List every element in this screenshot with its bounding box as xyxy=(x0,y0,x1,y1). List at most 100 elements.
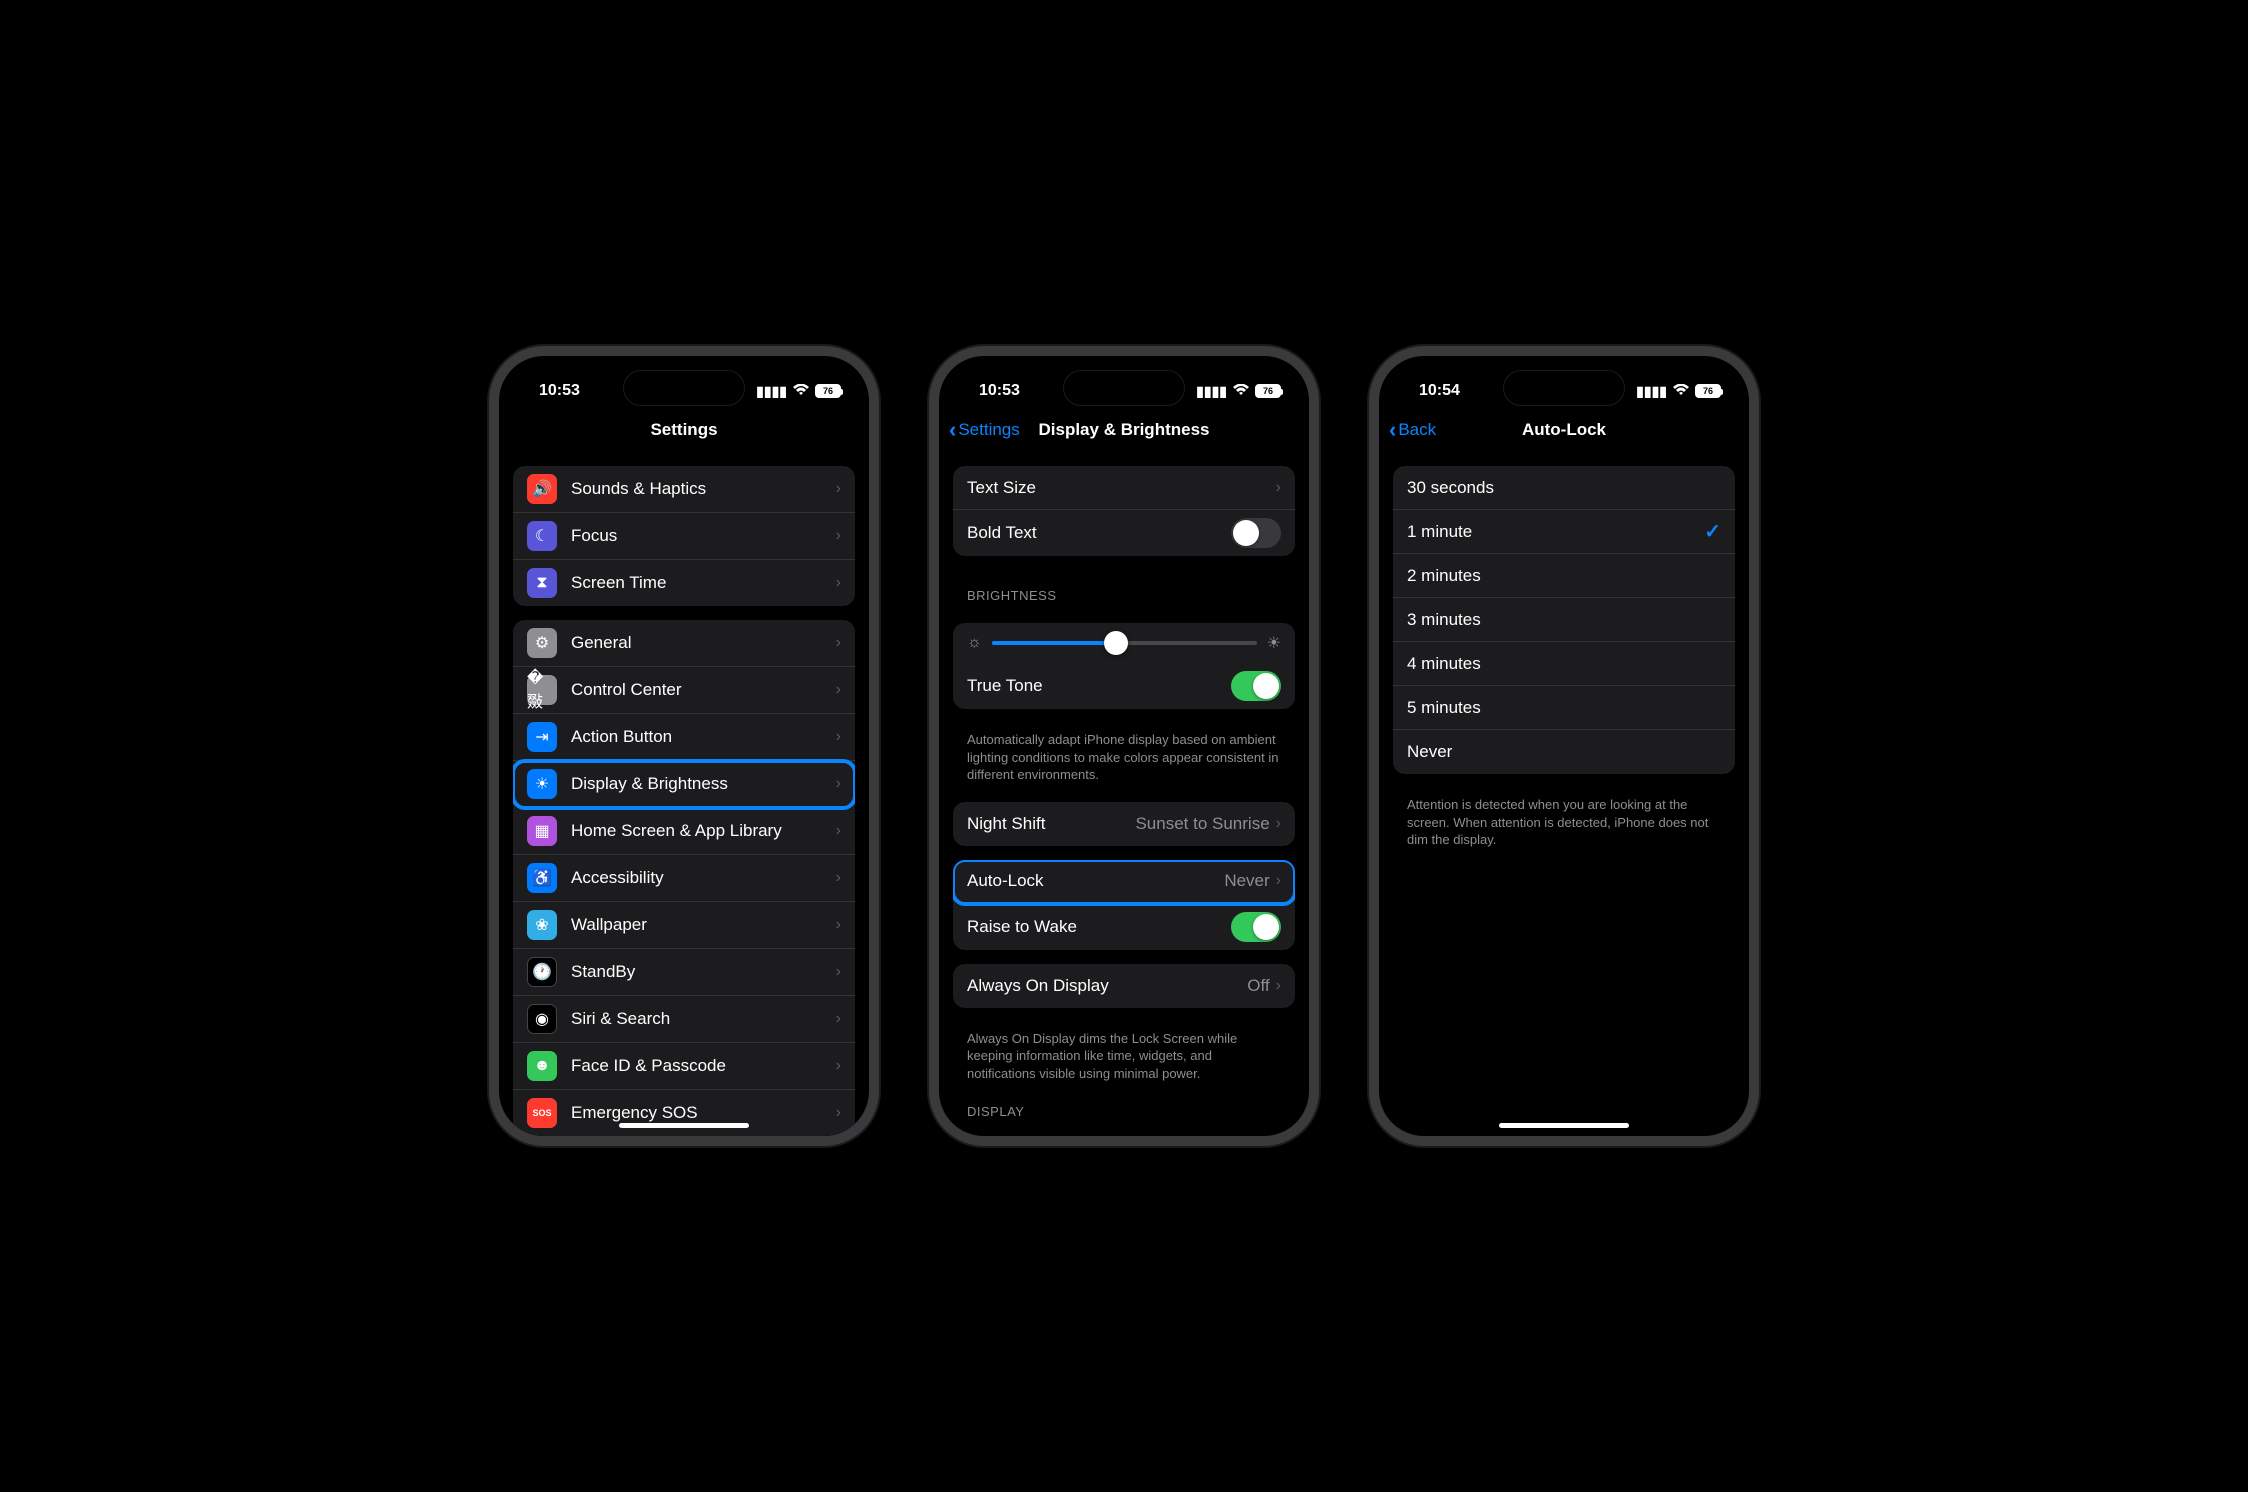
status-icons: ▮▮▮▮ 76 xyxy=(1636,383,1721,400)
autolock-list[interactable]: 30 seconds 1 minute✓ 2 minutes 3 minutes 4 m… xyxy=(1379,452,1749,1136)
text-size-label: Text Size xyxy=(967,478,1276,498)
option-label: 30 seconds xyxy=(1407,478,1721,498)
always-on-row[interactable]: Always On Display Off › xyxy=(953,964,1295,1008)
chevron-left-icon: ‹ xyxy=(1389,419,1396,441)
row-label: Screen Time xyxy=(571,573,836,593)
settings-row-display-brightness[interactable]: ☀Display & Brightness› xyxy=(513,761,855,808)
siri-icon: ◉ xyxy=(527,1004,557,1034)
option-label: 4 minutes xyxy=(1407,654,1721,674)
night-shift-group: Night Shift Sunset to Sunrise › xyxy=(953,802,1295,846)
back-label: Back xyxy=(1398,420,1436,440)
row-label: Action Button xyxy=(571,727,836,747)
speaker-icon: 🔊 xyxy=(527,474,557,504)
accessibility-icon: ♿ xyxy=(527,863,557,893)
raise-to-wake-label: Raise to Wake xyxy=(967,917,1231,937)
chevron-right-icon: › xyxy=(836,963,841,981)
gear-icon: ⚙ xyxy=(527,628,557,658)
navbar: ‹ Settings Display & Brightness xyxy=(939,408,1309,452)
settings-row-siri-search[interactable]: ◉Siri & Search› xyxy=(513,996,855,1043)
row-label: General xyxy=(571,633,836,653)
display-header: DISPLAY xyxy=(947,1086,1301,1125)
brightness-slider-row[interactable]: ☼ ☀ xyxy=(953,623,1295,663)
clock: 10:53 xyxy=(539,382,580,400)
page-title: Settings xyxy=(650,420,717,440)
true-tone-toggle[interactable] xyxy=(1231,671,1281,701)
navbar: ‹ Back Auto-Lock xyxy=(1379,408,1749,452)
slider-thumb[interactable] xyxy=(1104,631,1128,655)
bold-text-toggle[interactable] xyxy=(1231,518,1281,548)
settings-row-sounds-haptics[interactable]: 🔊Sounds & Haptics› xyxy=(513,466,855,513)
auto-lock-row[interactable]: Auto-Lock Never › xyxy=(953,860,1295,904)
lock-group: Auto-Lock Never › Raise to Wake xyxy=(953,860,1295,950)
sos-icon: SOS xyxy=(527,1098,557,1128)
autolock-option-30-seconds[interactable]: 30 seconds xyxy=(1393,466,1735,510)
settings-row-action-button[interactable]: ⇥Action Button› xyxy=(513,714,855,761)
row-label: StandBy xyxy=(571,962,836,982)
always-on-value: Off xyxy=(1247,976,1269,996)
settings-row-standby[interactable]: 🕐StandBy› xyxy=(513,949,855,996)
home-indicator[interactable] xyxy=(1499,1123,1629,1128)
status-icons: ▮▮▮▮ 76 xyxy=(756,383,841,400)
autolock-option-3-minutes[interactable]: 3 minutes xyxy=(1393,598,1735,642)
settings-row-focus[interactable]: ☾Focus› xyxy=(513,513,855,560)
row-label: Siri & Search xyxy=(571,1009,836,1029)
settings-group-1: 🔊Sounds & Haptics›☾Focus› ⧗ Screen Time › xyxy=(513,466,855,606)
chevron-right-icon: › xyxy=(1276,872,1281,890)
grid-icon: ▦ xyxy=(527,816,557,846)
clock: 10:54 xyxy=(1419,382,1460,400)
bold-text-row[interactable]: Bold Text xyxy=(953,510,1295,556)
action-icon: ⇥ xyxy=(527,722,557,752)
status-icons: ▮▮▮▮ 76 xyxy=(1196,383,1281,400)
checkmark-icon: ✓ xyxy=(1704,519,1721,544)
always-on-group: Always On Display Off › xyxy=(953,964,1295,1008)
hourglass-icon: ⧗ xyxy=(527,568,557,598)
home-indicator[interactable] xyxy=(619,1123,749,1128)
brightness-group: ☼ ☀ True Tone xyxy=(953,623,1295,709)
autolock-option-4-minutes[interactable]: 4 minutes xyxy=(1393,642,1735,686)
true-tone-label: True Tone xyxy=(967,676,1231,696)
autolock-option-never[interactable]: Never xyxy=(1393,730,1735,774)
true-tone-row[interactable]: True Tone xyxy=(953,663,1295,709)
phone-display-brightness: 10:53 ▮▮▮▮ 76 ‹ Settings Display & Brigh… xyxy=(929,346,1319,1146)
chevron-left-icon: ‹ xyxy=(949,419,956,441)
settings-row-home-screen-app-library[interactable]: ▦Home Screen & App Library› xyxy=(513,808,855,855)
raise-to-wake-row[interactable]: Raise to Wake xyxy=(953,904,1295,950)
text-size-row[interactable]: Text Size › xyxy=(953,466,1295,510)
battery-icon: 76 xyxy=(815,384,841,398)
night-shift-value: Sunset to Sunrise xyxy=(1135,814,1269,834)
settings-list[interactable]: 🔊Sounds & Haptics›☾Focus› ⧗ Screen Time › ⚙… xyxy=(499,452,869,1136)
wallpaper-icon: ❀ xyxy=(527,910,557,940)
settings-row-general[interactable]: ⚙General› xyxy=(513,620,855,667)
settings-row-accessibility[interactable]: ♿Accessibility› xyxy=(513,855,855,902)
true-tone-footer: Automatically adapt iPhone display based… xyxy=(947,723,1301,788)
settings-row-wallpaper[interactable]: ❀Wallpaper› xyxy=(513,902,855,949)
chevron-right-icon: › xyxy=(836,480,841,498)
settings-row-control-center[interactable]: �敠Control Center› xyxy=(513,667,855,714)
chevron-right-icon: › xyxy=(836,822,841,840)
back-button[interactable]: ‹ Settings xyxy=(949,419,1020,441)
option-label: 2 minutes xyxy=(1407,566,1721,586)
settings-row-emergency-sos[interactable]: SOS Emergency SOS› xyxy=(513,1090,855,1136)
row-label: Emergency SOS xyxy=(571,1103,836,1123)
autolock-option-2-minutes[interactable]: 2 minutes xyxy=(1393,554,1735,598)
settings-row-face-id-passcode[interactable]: ☻Face ID & Passcode› xyxy=(513,1043,855,1090)
night-shift-row[interactable]: Night Shift Sunset to Sunrise › xyxy=(953,802,1295,846)
brightness-slider[interactable] xyxy=(992,641,1257,645)
autolock-option-1-minute[interactable]: 1 minute✓ xyxy=(1393,510,1735,554)
chevron-right-icon: › xyxy=(836,1104,841,1122)
settings-row-screen-time[interactable]: ⧗Screen Time› xyxy=(513,560,855,606)
cellular-icon: ▮▮▮▮ xyxy=(756,383,787,400)
raise-to-wake-toggle[interactable] xyxy=(1231,912,1281,942)
cellular-icon: ▮▮▮▮ xyxy=(1196,383,1227,400)
wifi-icon xyxy=(1673,383,1689,399)
chevron-right-icon: › xyxy=(836,681,841,699)
row-label: Control Center xyxy=(571,680,836,700)
row-label: Wallpaper xyxy=(571,915,836,935)
autolock-option-5-minutes[interactable]: 5 minutes xyxy=(1393,686,1735,730)
moon-icon: ☾ xyxy=(527,521,557,551)
always-on-footer: Always On Display dims the Lock Screen w… xyxy=(947,1022,1301,1087)
option-label: 5 minutes xyxy=(1407,698,1721,718)
back-button[interactable]: ‹ Back xyxy=(1389,419,1436,441)
display-settings-list[interactable]: Text Size › Bold Text BRIGHTNESS ☼ ☀ Tru… xyxy=(939,452,1309,1136)
page-title: Display & Brightness xyxy=(1039,420,1210,440)
